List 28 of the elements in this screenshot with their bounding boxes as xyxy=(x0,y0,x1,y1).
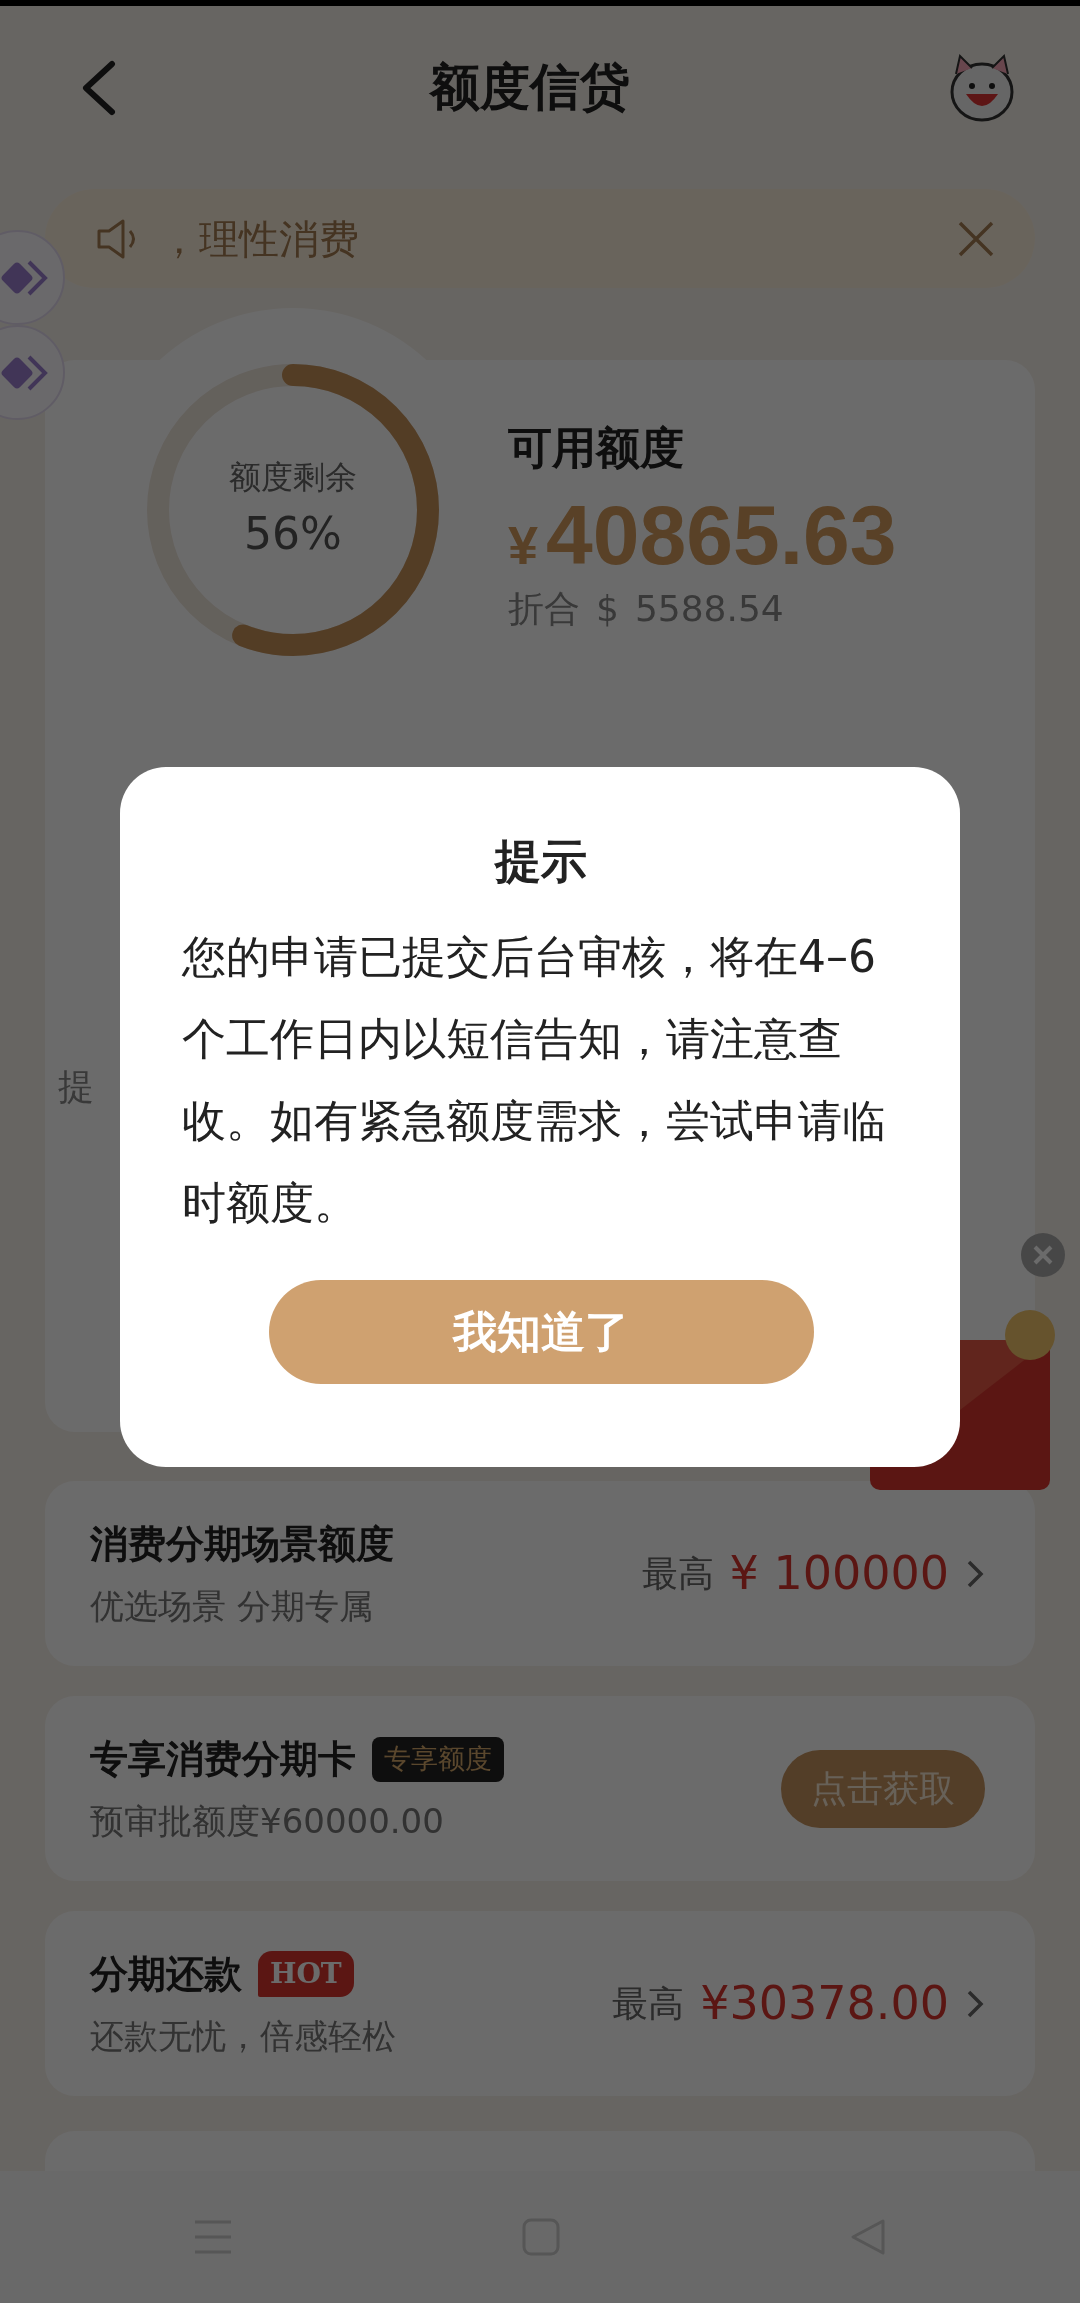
converted-currency: $ xyxy=(596,586,619,631)
back-icon[interactable] xyxy=(80,59,116,116)
page-title: 额度信贷 xyxy=(430,57,630,118)
product-card[interactable]: 消费分期场景额度 优选场景 分期专属 最高 ¥ 100000 xyxy=(45,1481,1035,1667)
product-title: 消费分期场景额度 xyxy=(90,1520,394,1568)
ring-label: 额度剩余 xyxy=(229,457,357,499)
limit-value: ¥ 100000 xyxy=(729,1545,949,1603)
dialog-message: 您的申请已提交后台审核，将在4–6个工作日内以短信告知，请注意查收。如有紧急额度需求，尝试申请临时额度。 xyxy=(182,930,887,1230)
product-title: 分期还款 xyxy=(90,1950,242,1998)
tag-label: HOT xyxy=(258,1951,354,1998)
available-label: 可用额度 xyxy=(508,421,685,476)
notice-text: ，理性消费 xyxy=(159,214,360,264)
ring-percent: 56% xyxy=(244,507,342,562)
currency-symbol: ¥ xyxy=(508,516,539,576)
product-subtitle: 还款无忧，倍感轻松 xyxy=(90,2014,396,2058)
product-title: 专享消费分期卡 xyxy=(90,1735,356,1783)
confirm-button[interactable]: 我知道了 xyxy=(268,1280,814,1384)
amount-value: 40865.63 xyxy=(546,489,897,582)
close-icon[interactable] xyxy=(1020,1232,1066,1278)
product-subtitle: 优选场景 分期专属 xyxy=(90,1584,374,1628)
limit-prefix: 最高 xyxy=(641,1551,714,1596)
limit-prefix: 最高 xyxy=(612,1981,685,2026)
limit-value: ¥30378.00 xyxy=(700,1975,949,2033)
product-card[interactable]: 分期还款 HOT 还款无忧，倍感轻松 最高 ¥30378.00 xyxy=(45,1911,1035,2097)
close-icon[interactable] xyxy=(957,219,995,258)
tag-label: 专享额度 xyxy=(372,1737,504,1782)
dialog-title: 提示 xyxy=(493,833,588,890)
product-subtitle: 预审批额度¥60000.00 xyxy=(90,1799,445,1843)
